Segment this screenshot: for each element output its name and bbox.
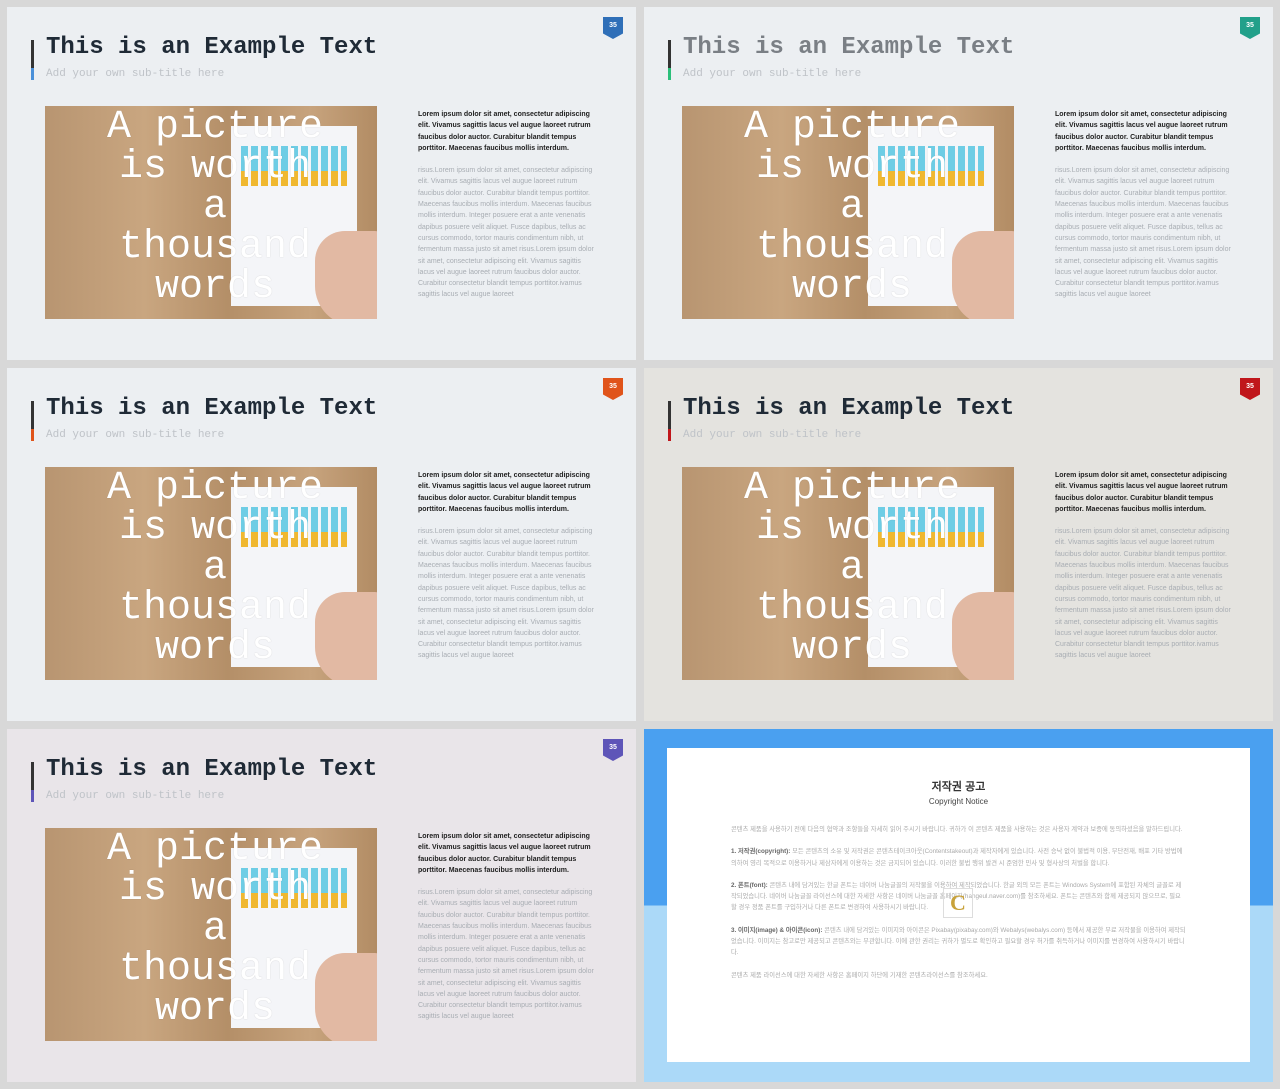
slide-subtitle: Add your own sub-title here <box>46 790 225 802</box>
body-text-column: Lorem ipsum dolor sit amet, consectetur … <box>1055 470 1231 662</box>
slide-image: A picture is worth a thousand words <box>682 467 1014 680</box>
title-accent-bar <box>668 401 671 441</box>
slide-image: A picture is worth a thousand words <box>682 106 1014 319</box>
accent-segment <box>668 429 671 441</box>
copyright-card: 저작권 공고 Copyright Notice 콘텐츠 제품을 사용하기 전에 … <box>667 748 1250 1062</box>
copyright-slide[interactable]: 저작권 공고 Copyright Notice 콘텐츠 제품을 사용하기 전에 … <box>644 729 1273 1082</box>
slide-title: This is an Example Text <box>46 34 378 61</box>
section-heading: 3. 이미지(image) & 아이콘(icon): <box>731 926 823 934</box>
section-heading: 2. 폰트(font): <box>731 881 768 889</box>
copyright-intro: 콘텐츠 제품을 사용하기 전에 다음의 협약과 조항들을 자세히 읽어 주시기 … <box>731 826 1183 833</box>
title-accent-bar <box>31 762 34 802</box>
body-light-text: risus.Lorem ipsum dolor sit amet, consec… <box>1055 528 1231 660</box>
body-text-column: Lorem ipsum dolor sit amet, consectetur … <box>418 831 594 1023</box>
accent-segment <box>31 790 34 802</box>
slide-image: A picture is worth a thousand words <box>45 828 377 1041</box>
copyright-title: 저작권 공고 <box>931 781 986 793</box>
contents-logo: C <box>943 888 973 918</box>
image-alt-text: A picture is worth a thousand words <box>743 106 961 310</box>
body-text-column: Lorem ipsum dolor sit amet, consectetur … <box>418 470 594 662</box>
image-alt-text: A picture is worth a thousand words <box>106 467 324 671</box>
slide-subtitle: Add your own sub-title here <box>683 68 862 80</box>
copyright-outro: 콘텐츠 제품 라이선스에 대한 자세한 사항은 홈페이지 하단에 기재한 콘텐츠… <box>731 971 988 979</box>
page-number-badge: 35 <box>1240 378 1260 400</box>
body-light-text: risus.Lorem ipsum dolor sit amet, consec… <box>1055 167 1231 299</box>
body-light-text: risus.Lorem ipsum dolor sit amet, consec… <box>418 167 594 299</box>
body-bold-text: Lorem ipsum dolor sit amet, consectetur … <box>1055 111 1228 152</box>
slide-title: This is an Example Text <box>683 34 1015 61</box>
image-alt-text: A picture is worth a thousand words <box>106 828 324 1032</box>
title-accent-bar <box>31 401 34 441</box>
body-bold-text: Lorem ipsum dolor sit amet, consectetur … <box>418 833 591 874</box>
section-heading: 1. 저작권(copyright): <box>731 848 791 856</box>
body-bold-text: Lorem ipsum dolor sit amet, consectetur … <box>1055 472 1228 513</box>
copyright-subtitle: Copyright Notice <box>928 797 989 806</box>
slide-image: A picture is worth a thousand words <box>45 106 377 319</box>
page-number-badge: 35 <box>603 17 623 39</box>
slide-title: This is an Example Text <box>46 756 378 783</box>
body-text-column: Lorem ipsum dolor sit amet, consectetur … <box>1055 109 1231 301</box>
title-accent-bar <box>668 40 671 80</box>
slide-thumbnail[interactable]: This is an Example Text Add your own sub… <box>7 368 636 721</box>
slide-subtitle: Add your own sub-title here <box>46 429 225 441</box>
accent-segment <box>668 68 671 80</box>
body-light-text: risus.Lorem ipsum dolor sit amet, consec… <box>418 528 594 660</box>
slide-thumbnail[interactable]: This is an Example Text Add your own sub… <box>644 368 1273 721</box>
slide-title: This is an Example Text <box>46 395 378 422</box>
copyright-section-1: 1. 저작권(copyright): 모든 콘텐츠의 소유 및 저작권은 콘텐츠… <box>731 846 1186 869</box>
slide-title: This is an Example Text <box>683 395 1015 422</box>
body-text-column: Lorem ipsum dolor sit amet, consectetur … <box>418 109 594 301</box>
body-bold-text: Lorem ipsum dolor sit amet, consectetur … <box>418 111 591 152</box>
section-text: 모든 콘텐츠의 소유 및 저작권은 콘텐츠테이크아웃(Contentstakeo… <box>731 848 1183 867</box>
accent-segment <box>31 429 34 441</box>
image-alt-text: A picture is worth a thousand words <box>743 467 961 671</box>
slide-thumbnail[interactable]: This is an Example Text Add your own sub… <box>7 729 636 1082</box>
body-bold-text: Lorem ipsum dolor sit amet, consectetur … <box>418 472 591 513</box>
title-accent-bar <box>31 40 34 80</box>
slide-subtitle: Add your own sub-title here <box>683 429 862 441</box>
copyright-section-3: 3. 이미지(image) & 아이콘(icon): 콘텐츠 내에 담겨있는 이… <box>731 925 1186 959</box>
slide-subtitle: Add your own sub-title here <box>46 68 225 80</box>
image-alt-text: A picture is worth a thousand words <box>106 106 324 310</box>
slide-thumbnail[interactable]: This is an Example Text Add your own sub… <box>644 7 1273 360</box>
page-number-badge: 35 <box>603 739 623 761</box>
page-number-badge: 35 <box>603 378 623 400</box>
accent-segment <box>31 68 34 80</box>
slide-thumbnail[interactable]: This is an Example Text Add your own sub… <box>7 7 636 360</box>
page-number-badge: 35 <box>1240 17 1260 39</box>
body-light-text: risus.Lorem ipsum dolor sit amet, consec… <box>418 889 594 1021</box>
slide-image: A picture is worth a thousand words <box>45 467 377 680</box>
